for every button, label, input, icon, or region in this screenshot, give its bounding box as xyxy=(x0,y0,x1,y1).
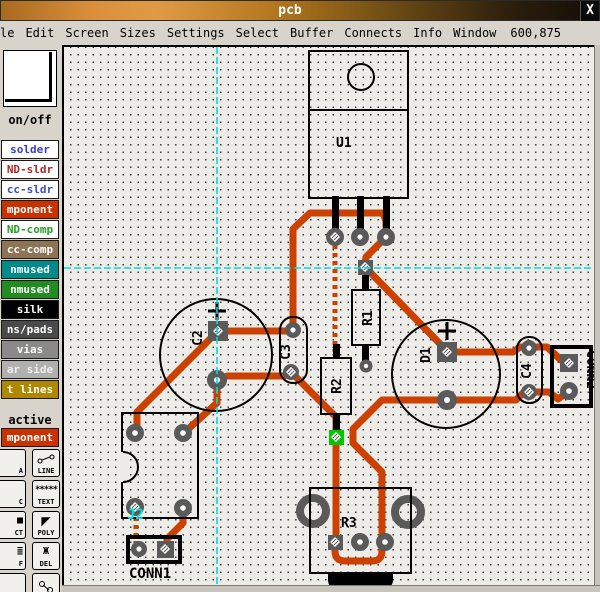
rect-icon: ■ xyxy=(17,512,23,529)
crosshair-lines xyxy=(64,47,600,592)
active-label: active xyxy=(0,413,60,427)
right-window-edge-scrollbar[interactable] xyxy=(594,45,600,592)
window-title: pcb xyxy=(1,3,579,18)
layer-button-unused-2[interactable]: nmused xyxy=(1,280,59,299)
label-U1: U1 xyxy=(336,136,352,151)
layer-button-vcc-comp[interactable]: cc-comp xyxy=(1,240,59,259)
menu-item-connects[interactable]: Connects xyxy=(344,26,402,40)
layout-preview-box[interactable] xyxy=(3,50,57,107)
layer-button-vias[interactable]: vias xyxy=(1,340,59,359)
tool-button-buf-clipped[interactable]: ≣ F xyxy=(0,542,26,570)
layer-button-stack: solder ND-sldr cc-sldr mponent ND-comp c… xyxy=(1,140,59,400)
title-bar[interactable]: pcb X xyxy=(0,0,600,21)
tool-button-line[interactable]: LINE xyxy=(32,449,60,477)
tool-button-rat[interactable] xyxy=(32,573,60,592)
menu-item-screen[interactable]: Screen xyxy=(65,26,108,40)
label-CONN1: CONN1 xyxy=(129,566,171,582)
copper-traces[interactable] xyxy=(137,213,568,561)
pcb-canvas[interactable]: U1 R1 R2 R3 C2 C3 C4 D1 CONN2 CONN1 J2 xyxy=(62,45,600,592)
tool-label: LINE xyxy=(38,467,55,475)
tool-label-fragment: C xyxy=(19,498,23,506)
layer-button-silk[interactable]: silk xyxy=(1,300,59,319)
layer-button-unused-1[interactable]: nmused xyxy=(1,260,59,279)
menu-item-file-clipped[interactable]: le xyxy=(0,26,14,40)
layer-button-pins-pads[interactable]: ns/pads xyxy=(1,320,59,339)
tool-label: DEL xyxy=(40,560,53,568)
text-icon: ***** xyxy=(35,481,57,498)
tool-label: POLY xyxy=(38,529,55,537)
cursor-coordinate-readout: 600,875 xyxy=(510,26,561,40)
onoff-label: on/off xyxy=(0,113,60,127)
label-C4: C4 xyxy=(520,363,535,379)
close-button[interactable]: X xyxy=(580,1,599,22)
tool-label-fragment: A xyxy=(19,467,23,475)
line-icon xyxy=(37,450,55,467)
label-R2: R2 xyxy=(330,378,345,394)
tool-button-via-clipped[interactable]: A xyxy=(0,449,26,477)
label-R3: R3 xyxy=(341,516,357,531)
pcb-drawing: U1 R1 R2 R3 C2 C3 C4 D1 CONN2 CONN1 J2 xyxy=(62,45,600,592)
menu-item-info[interactable]: Info xyxy=(413,26,442,40)
menu-item-buffer[interactable]: Buffer xyxy=(290,26,333,40)
label-D1: D1 xyxy=(419,347,434,363)
layer-button-gnd-comp[interactable]: ND-comp xyxy=(1,220,59,239)
layer-button-solder[interactable]: solder xyxy=(1,140,59,159)
tool-button-del[interactable]: Ж DEL xyxy=(32,542,60,570)
menu-item-window[interactable]: Window xyxy=(453,26,496,40)
tool-palette: A LINE C ***** TEXT xyxy=(0,449,62,592)
layer-button-gnd-sldr[interactable]: ND-sldr xyxy=(1,160,59,179)
tool-button-rect-clipped[interactable]: ■ CT xyxy=(0,511,26,539)
tool-button-poly[interactable]: ◤ POLY xyxy=(32,511,60,539)
layout-preview-inner xyxy=(5,52,52,102)
layer-button-component[interactable]: mponent xyxy=(1,200,59,219)
label-J2-highlighted: J2 xyxy=(127,507,144,523)
tool-button-text[interactable]: ***** TEXT xyxy=(32,480,60,508)
bottom-window-edge-scrollbar[interactable] xyxy=(62,585,600,592)
label-C2: C2 xyxy=(191,330,206,346)
tool-button-clipped-5[interactable] xyxy=(0,573,26,592)
label-C3: C3 xyxy=(279,344,294,360)
selected-green-pad[interactable] xyxy=(329,430,344,445)
layer-button-far-side[interactable]: ar side xyxy=(1,360,59,379)
menu-item-settings[interactable]: Settings xyxy=(167,26,225,40)
layer-sidebar: on/off solder ND-sldr cc-sldr mponent ND… xyxy=(0,45,62,592)
menu-bar: le Edit Screen Sizes Settings Select Buf… xyxy=(0,21,600,45)
layer-button-rat-lines[interactable]: t lines xyxy=(1,380,59,399)
component-U1[interactable] xyxy=(309,51,408,198)
menu-item-sizes[interactable]: Sizes xyxy=(120,26,156,40)
menu-item-select[interactable]: Select xyxy=(236,26,279,40)
layer-button-vcc-sldr[interactable]: cc-sldr xyxy=(1,180,59,199)
label-R1: R1 xyxy=(361,310,376,326)
rat-line-icon xyxy=(38,574,54,592)
delete-bug-icon: Ж xyxy=(43,543,49,560)
menu-item-edit[interactable]: Edit xyxy=(25,26,54,40)
tool-label: TEXT xyxy=(38,498,55,506)
buffer-icon: ≣ xyxy=(17,543,23,560)
component-D1[interactable] xyxy=(392,320,500,428)
pcb-window: pcb X le Edit Screen Sizes Settings Sele… xyxy=(0,0,600,592)
active-layer-button[interactable]: mponent xyxy=(1,428,59,447)
tool-label-fragment: CT xyxy=(15,529,23,537)
tool-button-arc-clipped[interactable]: C xyxy=(0,480,26,508)
polygon-icon: ◤ xyxy=(41,512,50,529)
tool-label-fragment: F xyxy=(19,560,23,568)
